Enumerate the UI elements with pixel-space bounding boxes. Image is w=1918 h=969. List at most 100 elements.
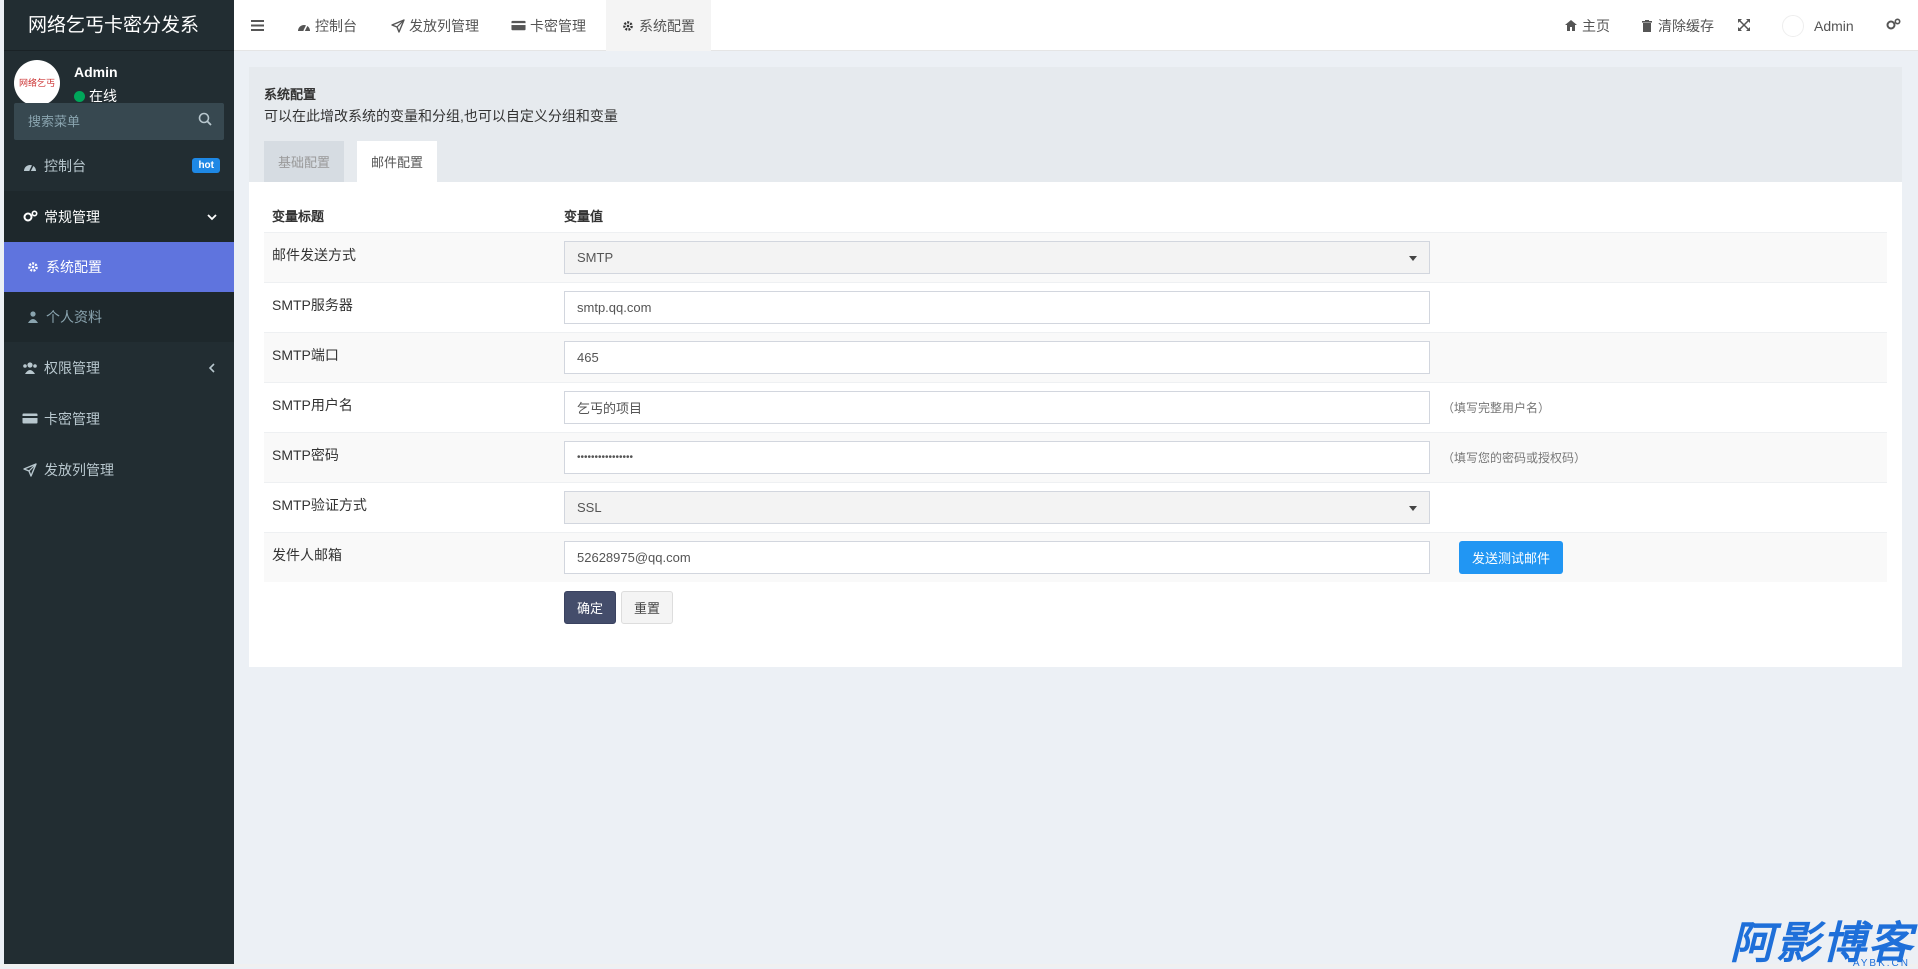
tab-dashboard[interactable]: 控制台	[296, 0, 369, 51]
smtp-password-input[interactable]: ••••••••••••••••	[564, 441, 1430, 474]
page-title: 系统配置	[264, 87, 317, 102]
sidebar-item-distribution[interactable]: 发放列管理	[4, 444, 234, 495]
input-value: smtp.qq.com	[577, 300, 652, 315]
dashboard-icon	[296, 18, 311, 33]
sidebar-item-cards[interactable]: 卡密管理	[4, 393, 234, 444]
select-value: SSL	[577, 500, 602, 515]
table-row: SMTP密码 •••••••••••••••• （填写您的密码或授权码）	[264, 432, 1887, 482]
sidebar-item-general[interactable]: 常规管理	[4, 191, 234, 242]
chevron-left-icon	[206, 361, 218, 373]
user-menu-label: Admin	[1814, 17, 1854, 34]
sender-email-input[interactable]: 52628975@qq.com	[564, 541, 1430, 574]
tab-label: 发放列管理	[409, 17, 479, 34]
cogs-icon	[1886, 17, 1901, 34]
smtp-port-input[interactable]: 465	[564, 341, 1430, 374]
chevron-down-icon	[206, 210, 218, 222]
sidebar-item-permissions[interactable]: 权限管理	[4, 342, 234, 393]
column-header-value: 变量值	[564, 209, 604, 224]
sidebar-item-label: 控制台	[44, 157, 86, 174]
send-test-mail-button[interactable]: 发送测试邮件	[1459, 541, 1563, 574]
table-row: SMTP服务器 smtp.qq.com	[264, 282, 1887, 332]
tab-label: 控制台	[315, 17, 357, 34]
tab-distribution[interactable]: 发放列管理	[390, 0, 479, 51]
user-menu[interactable]: Admin	[1782, 0, 1854, 51]
reset-button[interactable]: 重置	[621, 591, 673, 624]
page-description: 可以在此增改系统的变量和分组,也可以自定义分组和变量	[264, 108, 618, 124]
tab-label: 卡密管理	[530, 17, 586, 34]
table-row: SMTP端口 465	[264, 332, 1887, 382]
smtp-verify-select[interactable]: SSL	[564, 491, 1430, 524]
sidebar-search	[14, 103, 224, 140]
fullscreen-button[interactable]	[1738, 0, 1750, 51]
menu-icon	[250, 18, 264, 34]
tab-cards[interactable]: 卡密管理	[511, 0, 586, 51]
card-icon	[22, 411, 38, 427]
column-header-title: 变量标题	[272, 209, 325, 224]
card-icon	[511, 18, 526, 33]
clear-cache-label: 清除缓存	[1658, 17, 1714, 34]
sidebar-item-profile[interactable]: 个人资料	[4, 292, 234, 342]
home-icon	[1563, 18, 1578, 33]
watermark-subtext: AYBK.CN	[1852, 958, 1910, 969]
input-value: ••••••••••••••••	[577, 452, 634, 463]
tab-mail-config[interactable]: 邮件配置	[357, 141, 438, 182]
sidebar-item-label: 系统配置	[46, 259, 102, 275]
sidebar-item-label: 卡密管理	[44, 410, 100, 427]
select-value: SMTP	[577, 250, 614, 265]
sidebar: 网络乞丐卡密分发系 网络乞丐 Admin 在线 控制台 hot 常规管理	[4, 0, 234, 964]
tab-label: 系统配置	[639, 17, 695, 34]
caret-down-icon	[1409, 256, 1417, 261]
settings-toggle[interactable]	[1886, 0, 1901, 51]
search-icon[interactable]	[198, 112, 216, 130]
avatar-text: 网络乞丐	[18, 77, 55, 88]
row-label: SMTP用户名	[272, 397, 353, 413]
sidebar-item-label: 权限管理	[44, 359, 100, 376]
home-link[interactable]: 主页	[1563, 0, 1610, 51]
hot-badge: hot	[192, 158, 220, 173]
caret-down-icon	[1409, 506, 1417, 511]
watermark-logo: 阿影博客 AYBK.CN	[1730, 921, 1914, 969]
config-form: 变量标题 变量值 邮件发送方式 SMTP SMTP服务器 smtp.qq.com…	[249, 182, 1902, 667]
input-value: 乞丐的项目	[577, 401, 643, 416]
row-label: SMTP服务器	[272, 297, 353, 313]
sidebar-item-system-config[interactable]: 系统配置	[4, 242, 234, 292]
users-icon	[22, 360, 38, 376]
input-value: 465	[577, 350, 599, 365]
trash-icon	[1639, 18, 1654, 33]
smtp-username-input[interactable]: 乞丐的项目	[564, 391, 1430, 424]
input-value: 52628975@qq.com	[577, 550, 691, 565]
table-row: SMTP用户名 乞丐的项目 （填写完整用户名）	[264, 382, 1887, 432]
home-label: 主页	[1582, 17, 1610, 34]
clear-cache-button[interactable]: 清除缓存	[1639, 0, 1714, 51]
online-dot-icon	[74, 90, 85, 102]
sidebar-item-dashboard[interactable]: 控制台 hot	[4, 140, 234, 191]
config-box-header: 系统配置 可以在此增改系统的变量和分组,也可以自定义分组和变量 基础配置 邮件配…	[249, 67, 1902, 182]
smtp-server-input[interactable]: smtp.qq.com	[564, 291, 1430, 324]
sidebar-item-label: 个人资料	[46, 309, 102, 325]
sidebar-toggle[interactable]	[242, 0, 272, 51]
send-icon	[390, 18, 405, 33]
app-logo[interactable]: 网络乞丐卡密分发系	[4, 0, 234, 51]
main-content: 系统配置 可以在此增改系统的变量和分组,也可以自定义分组和变量 基础配置 邮件配…	[249, 67, 1902, 667]
row-label: SMTP验证方式	[272, 497, 367, 513]
table-row: 发件人邮箱 52628975@qq.com 发送测试邮件	[264, 532, 1887, 582]
send-icon	[22, 462, 38, 478]
table-row: SMTP验证方式 SSL	[264, 482, 1887, 532]
row-label: 邮件发送方式	[272, 247, 356, 263]
submit-button[interactable]: 确定	[564, 591, 616, 624]
row-label: SMTP端口	[272, 347, 339, 363]
tab-system-config[interactable]: 系统配置	[606, 0, 711, 51]
avatar: 网络乞丐	[14, 60, 60, 106]
sidebar-item-label: 发放列管理	[44, 461, 114, 478]
field-hint: （填写您的密码或授权码）	[1442, 451, 1587, 465]
table-row: 邮件发送方式 SMTP	[264, 232, 1887, 282]
top-header: 控制台 发放列管理 卡密管理 系统配置 主页 清除缓存 Admin	[234, 0, 1918, 51]
dashboard-icon	[22, 158, 38, 174]
sidebar-item-label: 常规管理	[44, 208, 100, 225]
gear-icon	[620, 18, 635, 33]
mail-type-select[interactable]: SMTP	[564, 241, 1430, 274]
tab-basic-config[interactable]: 基础配置	[264, 141, 345, 182]
expand-icon	[1738, 18, 1750, 34]
search-input[interactable]	[14, 103, 194, 140]
divider	[0, 964, 1918, 967]
